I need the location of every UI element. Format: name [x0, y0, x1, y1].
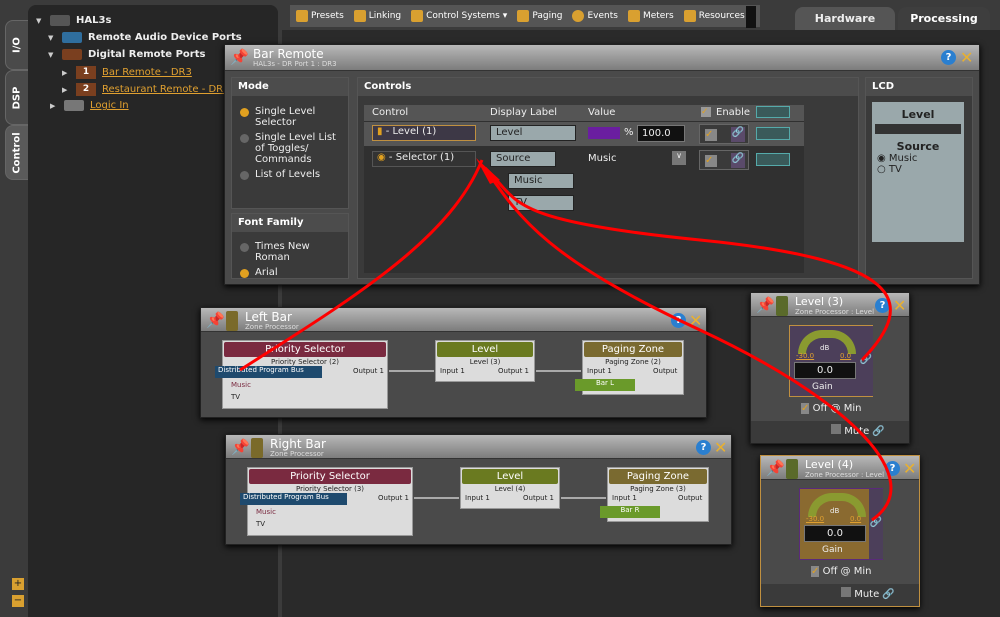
control-systems-button[interactable]: Control Systems ▾: [411, 10, 507, 22]
option-label-field[interactable]: TV: [508, 195, 574, 211]
tree-restaurant-remote[interactable]: ▶ 2 Restaurant Remote - DR1: [62, 83, 230, 96]
font-family-panel: Font Family Times New Roman Arial: [231, 213, 349, 279]
zone-processor-window: 📌 Right Bar Zone Processor ? ✕ Priority Sel…: [225, 434, 732, 545]
help-icon[interactable]: ?: [671, 313, 686, 328]
option-label-field[interactable]: Music: [508, 173, 574, 189]
grid-button[interactable]: [756, 153, 790, 166]
gain-input[interactable]: 0.0: [804, 525, 866, 542]
pin-icon[interactable]: 📌: [756, 297, 775, 313]
pin-icon[interactable]: 📌: [766, 460, 785, 476]
off-at-min-checkbox[interactable]: ✓ Off @ Min: [801, 403, 861, 414]
level-block[interactable]: Level Level (3) Input 1 Output 1: [435, 340, 535, 382]
table-row[interactable]: ▮ - Level (1) Level % 100.0 ✓ 🔗: [364, 122, 804, 146]
paging-button[interactable]: Paging: [517, 10, 562, 22]
gain-control[interactable]: dB -30.0 0.0 0.0 Gain 🔗: [789, 325, 873, 397]
tab-processing[interactable]: Processing: [898, 7, 990, 31]
mode-option[interactable]: List of Levels: [240, 169, 340, 180]
priority-selector-block[interactable]: Priority Selector Priority Selector (2) D…: [215, 340, 388, 409]
help-icon[interactable]: ?: [875, 298, 890, 313]
bar-remote-window: 📌 Bar Remote HAL3s - DR Port 1 : DR3 ? ✕ Mo…: [224, 44, 980, 285]
mute-checkbox[interactable]: Mute 🔗: [831, 424, 885, 437]
grid-button[interactable]: [756, 127, 790, 140]
tab-io[interactable]: I/O: [5, 20, 29, 70]
priority-selector-block[interactable]: Priority Selector Priority Selector (3) D…: [240, 467, 413, 536]
mode-option[interactable]: Single Level Selector: [240, 106, 340, 128]
close-icon[interactable]: ✕: [903, 459, 916, 478]
display-label-field[interactable]: Level: [490, 125, 576, 141]
font-option[interactable]: Times New Roman: [240, 241, 340, 263]
meters-button[interactable]: Meters: [627, 10, 674, 22]
tree-logic-in[interactable]: ▶ Logic In: [50, 100, 129, 111]
pin-icon[interactable]: 📌: [206, 312, 225, 328]
mode-option[interactable]: Single Level List of Toggles/ Commands: [240, 132, 340, 165]
table-row[interactable]: ◉ - Selector (1) Source Music TV Music ∨…: [364, 148, 804, 211]
control-level[interactable]: ▮ - Level (1): [372, 125, 476, 141]
level-value-bar[interactable]: [588, 127, 620, 139]
mute-checkbox[interactable]: Mute 🔗: [841, 587, 895, 600]
help-icon[interactable]: ?: [885, 461, 900, 476]
tree-bar-remote[interactable]: ▶ 1 Bar Remote - DR3: [62, 66, 192, 79]
tab-hardware[interactable]: Hardware: [795, 7, 895, 31]
pin-icon[interactable]: 📌: [230, 49, 249, 65]
control-selector[interactable]: ◉ - Selector (1): [372, 151, 476, 167]
link-icon[interactable]: 🔗: [869, 489, 883, 559]
display-label-field[interactable]: Source: [490, 151, 556, 167]
selector-value-dropdown[interactable]: Music: [588, 153, 616, 164]
close-icon[interactable]: ✕: [714, 438, 727, 457]
chevron-down-icon[interactable]: ∨: [672, 151, 686, 165]
toolbar: Presets Linking Control Systems ▾ Paging…: [290, 5, 760, 27]
zoom-out-button[interactable]: −: [12, 595, 24, 607]
close-icon[interactable]: ✕: [893, 296, 906, 315]
level-window: 📌 Level (3) Zone Processor : Level ? ✕ dB -…: [750, 292, 910, 444]
enable-checkbox[interactable]: ✓: [705, 129, 717, 141]
close-icon[interactable]: ✕: [689, 311, 702, 330]
gain-control[interactable]: dB -30.0 0.0 0.0 Gain 🔗: [799, 488, 883, 560]
enable-checkbox[interactable]: ✓: [705, 155, 717, 167]
tab-dsp[interactable]: DSP: [5, 70, 29, 125]
link-icon[interactable]: 🔗: [859, 326, 873, 396]
controls-panel: Controls Control Display Label Value ✓ E…: [357, 77, 859, 279]
off-at-min-checkbox[interactable]: ✓ Off @ Min: [811, 566, 871, 577]
paging-zone-block[interactable]: Paging Zone Paging Zone (3) Input 1 Output…: [600, 467, 709, 522]
paging-zone-block[interactable]: Paging Zone Paging Zone (2) Input 1 Output…: [575, 340, 684, 395]
help-icon[interactable]: ?: [941, 50, 956, 65]
level-window: 📌 Level (4) Zone Processor : Level ? ✕ dB -…: [760, 455, 920, 607]
link-icon[interactable]: 🔗: [731, 127, 745, 142]
tab-control[interactable]: Control: [5, 125, 29, 180]
lcd-panel: LCD Level Source ◉ Music ○ TV: [865, 77, 973, 279]
events-button[interactable]: Events: [572, 10, 618, 22]
level-block[interactable]: Level Level (4) Input 1 Output 1: [460, 467, 560, 509]
tree-digital-remote[interactable]: ▼ Digital Remote Ports: [48, 49, 205, 60]
gain-input[interactable]: 0.0: [794, 362, 856, 379]
font-option[interactable]: Arial: [240, 267, 340, 278]
pin-icon[interactable]: 📌: [231, 439, 250, 455]
resources-button[interactable]: Resources: [683, 10, 745, 22]
level-value-input[interactable]: 100.0: [637, 125, 685, 142]
help-icon[interactable]: ?: [696, 440, 711, 455]
tree-remote-audio[interactable]: ▼ Remote Audio Device Ports: [48, 32, 242, 43]
presets-button[interactable]: Presets: [296, 10, 344, 22]
zoom-in-button[interactable]: +: [12, 578, 24, 590]
zone-processor-window: 📌 Left Bar Zone Processor ? ✕ Priority Sele…: [200, 307, 707, 418]
close-icon[interactable]: ✕: [960, 48, 973, 67]
tree-root[interactable]: ▼ HAL3s: [36, 15, 111, 26]
mode-panel: Mode Single Level Selector Single Level …: [231, 77, 349, 209]
toolbar-overflow-button[interactable]: [746, 6, 756, 28]
linking-button[interactable]: Linking: [353, 10, 401, 22]
link-icon[interactable]: 🔗: [731, 153, 745, 168]
